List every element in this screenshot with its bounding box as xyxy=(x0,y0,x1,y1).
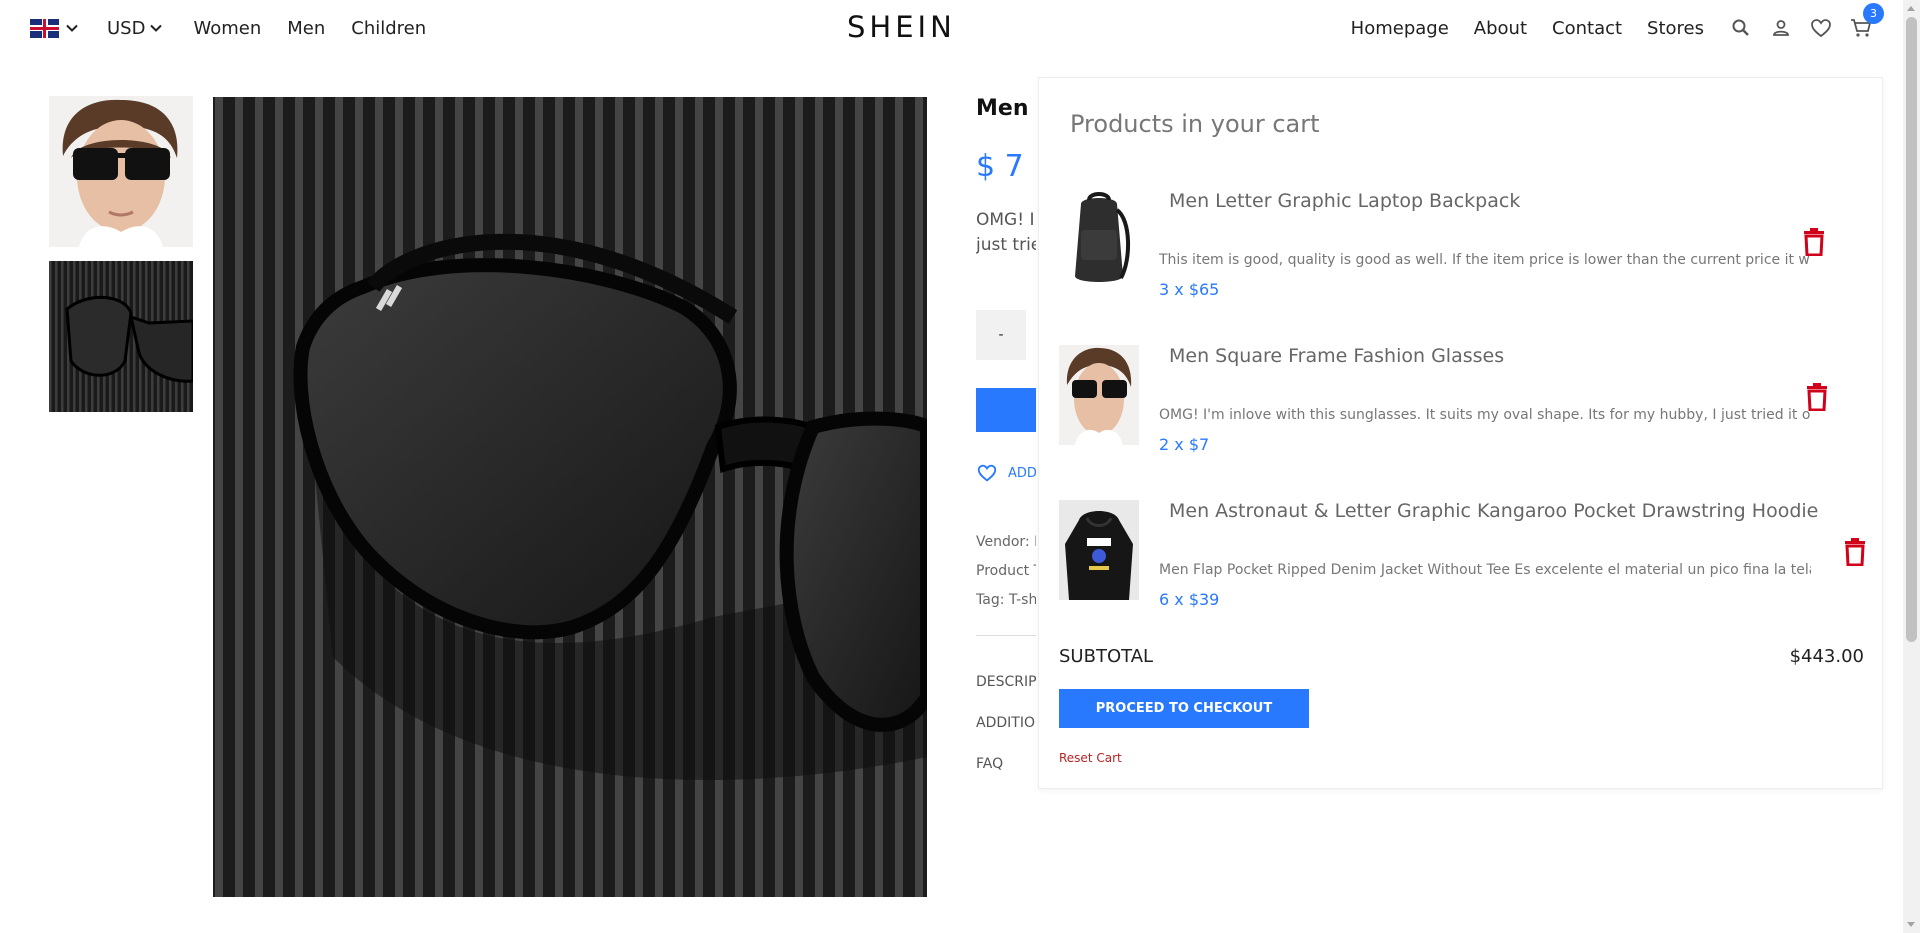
nav-link-contact[interactable]: Contact xyxy=(1552,18,1622,39)
add-to-cart-button[interactable] xyxy=(976,388,1036,432)
delete-icon[interactable] xyxy=(1803,228,1825,257)
chevron-down-icon xyxy=(150,24,163,32)
product-thumbnail-glasses[interactable] xyxy=(49,261,193,412)
product-description-text: OMG! I'm inlove with this sunglasses. It… xyxy=(976,210,1036,255)
nav-right: Homepage About Contact Stores 3 xyxy=(1351,0,1903,56)
scrollbar-thumb[interactable] xyxy=(1906,17,1917,642)
add-to-wishlist-link[interactable]: ADD TO WISHLIST xyxy=(976,462,1036,484)
cart-subtotal-row: SUBTOTAL $443.00 xyxy=(1059,646,1864,667)
heart-icon[interactable] xyxy=(1809,16,1833,40)
page-scrollbar[interactable] xyxy=(1903,0,1920,933)
nav-icons: 3 xyxy=(1729,3,1884,40)
cart-item: Men Square Frame Fashion Glasses OMG! I'… xyxy=(1059,345,1869,455)
cart-item: Men Astronaut & Letter Graphic Kangaroo … xyxy=(1059,500,1869,610)
currency-selector[interactable]: USD xyxy=(107,18,163,39)
subtotal-label: SUBTOTAL xyxy=(1059,646,1154,667)
nav-link-homepage[interactable]: Homepage xyxy=(1351,18,1449,39)
cart-item-description: OMG! I'm inlove with this sunglasses. It… xyxy=(1159,407,1811,423)
accordion-additional-info[interactable]: ADDITIONAL INFORMATION xyxy=(976,715,1036,731)
cart-heading: Products in your cart xyxy=(1070,110,1320,138)
product-price: $ 7 xyxy=(976,149,1024,184)
cart-item: Men Letter Graphic Laptop Backpack This … xyxy=(1059,190,1869,300)
cart-item-qty-price: 2 x $7 xyxy=(1159,435,1210,454)
divider xyxy=(976,635,1036,636)
nav-link-children[interactable]: Children xyxy=(351,18,426,39)
quantity-decrement-button[interactable]: - xyxy=(976,310,1026,360)
product-type: Product Type: Glasses xyxy=(976,563,1036,579)
subtotal-value: $443.00 xyxy=(1789,646,1864,667)
product-main-image[interactable] xyxy=(213,97,927,897)
cart-dropdown: Products in your cart Men Letter Graphic… xyxy=(1038,77,1883,789)
cart-icon[interactable]: 3 xyxy=(1849,3,1884,40)
product-description: OMG! I'm inlove with this sunglasses. It… xyxy=(976,208,1036,258)
cart-item-image-glasses xyxy=(1059,345,1139,445)
cart-item-image-backpack xyxy=(1059,190,1139,290)
wishlist-label: ADD TO WISHLIST xyxy=(1008,465,1036,481)
scroll-up-arrow[interactable] xyxy=(1907,6,1915,11)
nav-left: USD Women Men Children xyxy=(30,0,452,56)
cart-item-description: Men Flap Pocket Ripped Denim Jacket With… xyxy=(1159,562,1811,578)
scroll-down-arrow[interactable] xyxy=(1907,922,1915,927)
cart-item-qty-price: 3 x $65 xyxy=(1159,280,1220,299)
cart-item-qty-price: 6 x $39 xyxy=(1159,590,1220,609)
cart-item-title[interactable]: Men Letter Graphic Laptop Backpack xyxy=(1169,190,1520,212)
nav-link-stores[interactable]: Stores xyxy=(1647,18,1704,39)
product-title: Men Square Frame Fashion Glasses xyxy=(976,96,1036,121)
currency-label: USD xyxy=(107,17,146,39)
product-meta: Vendor: Polo Product Type: Glasses Tag: … xyxy=(976,528,1036,615)
product-thumbnail-model[interactable] xyxy=(49,96,193,247)
language-selector[interactable] xyxy=(30,18,79,38)
nav-link-women[interactable]: Women xyxy=(193,18,261,39)
nav-link-men[interactable]: Men xyxy=(287,18,325,39)
site-logo[interactable]: SHEIN xyxy=(847,10,956,44)
search-icon[interactable] xyxy=(1729,16,1753,40)
delete-icon[interactable] xyxy=(1844,538,1866,567)
cart-item-title[interactable]: Men Astronaut & Letter Graphic Kangaroo … xyxy=(1169,500,1818,522)
delete-icon[interactable] xyxy=(1806,383,1828,412)
cart-item-image-hoodie xyxy=(1059,500,1139,600)
cart-item-description: This item is good, quality is good as we… xyxy=(1159,252,1811,268)
user-icon[interactable] xyxy=(1769,16,1793,40)
heart-icon xyxy=(977,464,997,482)
nav-link-about[interactable]: About xyxy=(1474,18,1527,39)
accordion-description[interactable]: DESCRIPTION xyxy=(976,674,1036,690)
accordion-faq[interactable]: FAQ xyxy=(976,756,1003,772)
uk-flag-icon xyxy=(30,18,59,38)
product-info-panel: Men Square Frame Fashion Glasses $ 7 OMG… xyxy=(976,96,1036,796)
chevron-down-icon xyxy=(66,24,78,32)
cart-item-title[interactable]: Men Square Frame Fashion Glasses xyxy=(1169,345,1504,367)
product-vendor: Vendor: Polo xyxy=(976,534,1036,550)
reset-cart-link[interactable]: Reset Cart xyxy=(1059,751,1122,765)
top-navbar: USD Women Men Children SHEIN Homepage Ab… xyxy=(0,0,1903,56)
product-tag: Tag: T-shirt xyxy=(976,592,1036,608)
cart-count-badge: 3 xyxy=(1863,3,1884,24)
proceed-to-checkout-button[interactable]: PROCEED TO CHECKOUT xyxy=(1059,689,1309,728)
